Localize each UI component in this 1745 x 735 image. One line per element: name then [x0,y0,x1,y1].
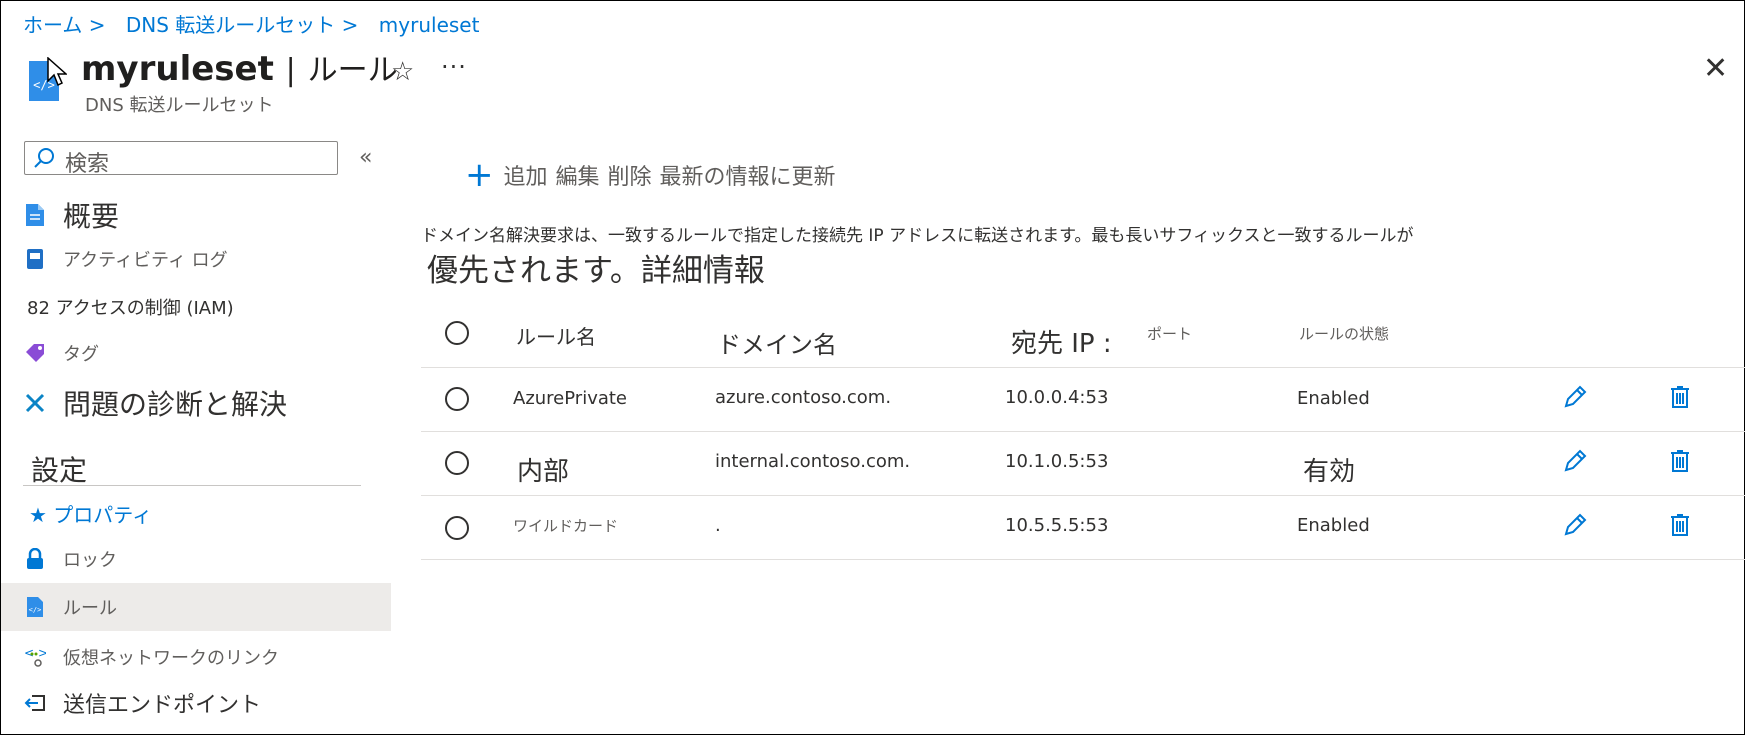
add-icon: + [465,155,494,195]
rule-name-cell: ワイルドカード [513,517,619,535]
sidebar-item-label: 仮想ネットワークのリンク [63,648,279,669]
select-all-radio[interactable] [445,321,469,345]
sidebar-item-label: 82 アクセスの制御 (IAM) [27,298,234,319]
close-icon[interactable]: ✕ [1703,51,1728,86]
delete-button[interactable]: 削除 [608,159,652,191]
breadcrumb-separator: > [88,13,106,37]
svg-text:</>: </> [29,606,42,614]
toolbar: + 追加 編集 削除 最新の情報に更新 [465,155,844,195]
page-name: ルール [307,53,398,88]
row-select-radio[interactable] [445,516,469,540]
dest-ip-cell: 10.5.5.5:53 [1005,515,1109,536]
sidebar-item-rules[interactable]: </> ルール [1,583,391,631]
breadcrumb-dns-rulesets[interactable]: DNS 転送ルールセット [126,13,335,37]
rules-icon: </> [23,595,47,619]
sidebar-item-tags[interactable]: タグ [23,333,393,373]
header-rule-state[interactable]: ルールの状態 [1299,323,1389,344]
breadcrumb-home[interactable]: ホーム [23,13,82,37]
resource-type-subtitle: DNS 転送ルールセット [85,95,274,116]
rule-state-cell: Enabled [1297,388,1370,409]
mouse-cursor-icon [47,57,67,87]
domain-cell: internal.contoso.com. [715,451,911,472]
document-icon [23,203,47,227]
dest-ip-cell: 10.1.0.5:53 [1005,451,1109,472]
sidebar-item-label: ロック [63,550,117,571]
add-button[interactable]: 追加 [504,159,548,191]
edit-pencil-icon[interactable] [1562,384,1588,410]
section-divider [23,485,361,486]
rule-name-cell: AzurePrivate [513,388,628,409]
sidebar-search-input[interactable]: 検索 [24,141,338,177]
collapse-sidebar-icon[interactable]: « [359,145,372,170]
domain-cell: azure.contoso.com. [715,387,892,408]
sidebar-item-diagnose[interactable]: 問題の診断と解決 [23,383,393,423]
dest-ip-cell: 10.0.0.4:53 [1005,387,1109,408]
delete-trash-icon[interactable] [1667,384,1693,410]
header-rule-name[interactable]: ルール名 [516,321,596,350]
row-select-radio[interactable] [445,451,469,475]
delete-trash-icon[interactable] [1667,512,1693,538]
domain-cell: . [715,515,721,536]
header-domain[interactable]: ドメイン名 [717,325,837,360]
sidebar-item-label: ルール [63,598,117,619]
header-dest-ip[interactable]: 宛先 IP : [1011,323,1112,360]
sidebar-item-outbound-endpoints[interactable]: 送信エンドポイント [23,683,393,723]
more-info-link[interactable]: 優先されます。詳細情報 [427,245,765,290]
rule-state-cell: Enabled [1297,515,1370,536]
rule-state-cell: 有効 [1303,457,1356,487]
sidebar-item-label: 概要 [63,200,120,233]
sidebar-item-iam[interactable]: 82 アクセスの制御 (IAM) [23,287,393,327]
rule-name-cell: 内部 [517,457,570,487]
activity-log-icon [23,247,47,271]
row-divider [421,495,1745,496]
search-placeholder: 検索 [65,152,110,177]
sidebar-item-label: 送信エンドポイント [63,693,262,718]
sidebar-item-properties[interactable]: ★ プロパティ [23,493,393,533]
table-header-divider [421,367,1745,368]
row-select-radio[interactable] [445,387,469,411]
endpoint-icon [23,691,47,715]
edit-button[interactable]: 編集 [556,159,600,191]
header-port[interactable]: ポート [1147,323,1192,344]
sidebar-item-vnet-links[interactable]: < > 仮想ネットワークのリンク [23,637,393,677]
description-text: ドメイン名解決要求は、一致するルールで指定した接続先 IP アドレスに転送されま… [421,226,1414,246]
row-divider [421,431,1745,432]
sidebar-item-label: アクティビティ ログ [63,250,228,271]
tag-icon [23,341,47,365]
sidebar-item-overview[interactable]: 概要 [23,195,393,235]
resource-name: myruleset [81,49,274,89]
more-options-icon[interactable]: ··· [441,53,467,81]
search-icon [34,148,54,168]
svg-text:>: > [38,647,46,660]
sidebar-item-label: 問題の診断と解決 [63,388,288,421]
row-divider [421,559,1745,560]
delete-trash-icon[interactable] [1667,448,1693,474]
network-link-icon: < > [23,645,47,669]
title-divider: | [285,53,296,88]
breadcrumb-myruleset[interactable]: myruleset [379,13,480,37]
lock-icon [23,547,47,571]
breadcrumb-separator: > [341,13,359,37]
edit-pencil-icon[interactable] [1562,512,1588,538]
edit-pencil-icon[interactable] [1562,448,1588,474]
sidebar-item-locks[interactable]: ロック [23,539,393,579]
page-title: myruleset | ルール [81,45,398,89]
sidebar-item-activity-log[interactable]: アクティビティ ログ [23,239,393,279]
sidebar-item-label: タグ [63,344,99,365]
sidebar-item-label: ★ プロパティ [29,502,153,527]
refresh-button[interactable]: 最新の情報に更新 [660,159,836,191]
favorite-star-icon[interactable]: ☆ [391,57,414,87]
settings-section-heading: 設定 [31,454,88,487]
wrench-icon [23,391,47,415]
breadcrumb: ホーム > DNS 転送ルールセット > myruleset [23,9,479,38]
